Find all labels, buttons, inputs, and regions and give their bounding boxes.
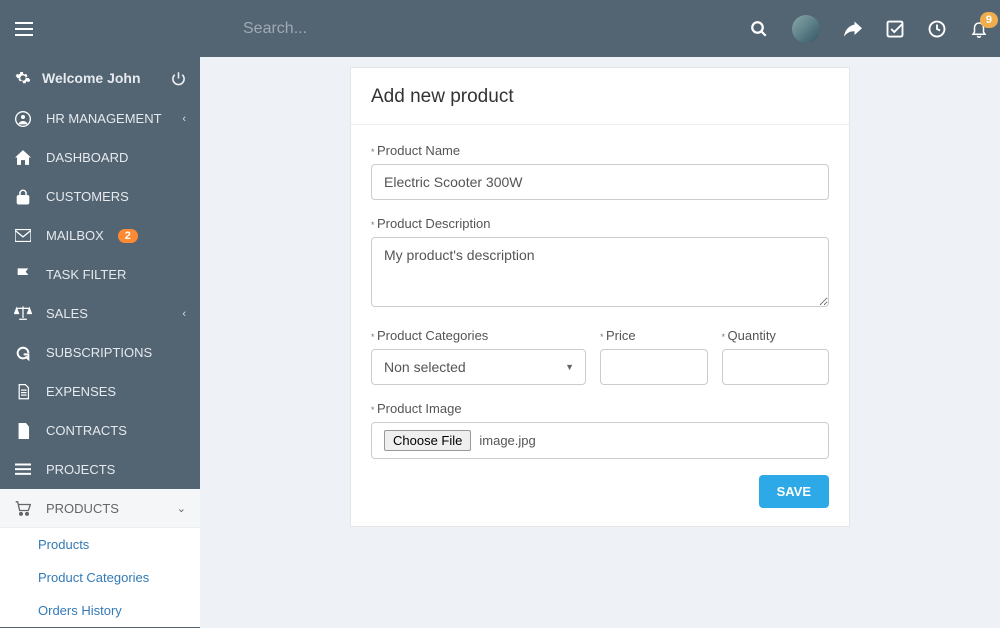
sidebar-item-products[interactable]: PRODUCTS ⌄ [0, 489, 200, 528]
sidebar-item-contracts[interactable]: CONTRACTS [0, 411, 200, 450]
sidebar-products-section: PRODUCTS ⌄ Products Product Categories O… [0, 489, 200, 627]
sidebar-item-hr[interactable]: HR MANAGEMENT ‹ [0, 99, 200, 138]
product-image-label: Product Image [371, 401, 829, 416]
product-cat-select[interactable] [371, 349, 586, 385]
main-content: Add new product Product Name Product Des… [200, 57, 1000, 628]
share-icon[interactable] [844, 21, 862, 37]
file-icon [14, 423, 32, 439]
sidebar-item-label: PROJECTS [46, 462, 115, 477]
chosen-file-name: image.jpg [479, 433, 535, 448]
cart-icon [14, 501, 32, 516]
cog-icon [14, 70, 32, 86]
sidebar-item-subscriptions[interactable]: SUBSCRIPTIONS [0, 333, 200, 372]
sidebar-item-taskfilter[interactable]: TASK FILTER [0, 255, 200, 294]
sidebar-item-label: MAILBOX [46, 228, 104, 243]
topbar: 9 [0, 0, 1000, 57]
product-desc-textarea[interactable]: My product's description [371, 237, 829, 307]
search-icon[interactable] [750, 20, 768, 38]
product-desc-label: Product Description [371, 216, 829, 231]
choose-file-button[interactable]: Choose File [384, 430, 471, 451]
home-icon [14, 150, 32, 165]
power-icon[interactable] [171, 71, 186, 86]
welcome-row: Welcome John [0, 57, 200, 99]
sidebar-item-expenses[interactable]: EXPENSES [0, 372, 200, 411]
form-title: Add new product [351, 68, 849, 125]
scales-icon [14, 306, 32, 321]
sidebar-item-customers[interactable]: CUSTOMERS [0, 177, 200, 216]
sidebar-item-label: CONTRACTS [46, 423, 127, 438]
sidebar-item-label: CUSTOMERS [46, 189, 129, 204]
product-price-input[interactable] [600, 349, 708, 385]
sidebar-item-dashboard[interactable]: DASHBOARD [0, 138, 200, 177]
hamburger-menu-icon[interactable] [12, 22, 36, 36]
mailbox-badge: 2 [118, 229, 138, 243]
sidebar-item-mailbox[interactable]: MAILBOX 2 [0, 216, 200, 255]
welcome-text: Welcome John [42, 70, 141, 86]
sidebar-item-label: TASK FILTER [46, 267, 126, 282]
sidebar-item-sales[interactable]: SALES ‹ [0, 294, 200, 333]
chevron-left-icon: ‹ [182, 113, 186, 125]
chevron-left-icon: ‹ [182, 308, 186, 320]
bell-badge: 9 [980, 12, 998, 28]
product-qty-input[interactable] [722, 349, 830, 385]
list-icon [14, 463, 32, 476]
lock-icon [14, 189, 32, 205]
sidebar-sub-categories[interactable]: Product Categories [0, 561, 200, 594]
product-image-file-wrap: Choose File image.jpg [371, 422, 829, 459]
save-button[interactable]: SAVE [759, 475, 829, 508]
document-icon [14, 384, 32, 400]
mail-icon [14, 229, 32, 242]
search-input[interactable] [243, 20, 543, 38]
sidebar-item-label: SALES [46, 306, 88, 321]
user-circle-icon [14, 111, 32, 127]
product-cat-label: Product Categories [371, 328, 586, 343]
sidebar-item-label: PRODUCTS [46, 501, 119, 516]
product-form-card: Add new product Product Name Product Des… [350, 67, 850, 527]
product-name-input[interactable] [371, 164, 829, 200]
sidebar-item-label: HR MANAGEMENT [46, 111, 162, 126]
sidebar-sub-products[interactable]: Products [0, 528, 200, 561]
user-avatar[interactable] [792, 15, 820, 43]
checkbox-icon[interactable] [886, 20, 904, 38]
sidebar-item-projects[interactable]: PROJECTS [0, 450, 200, 489]
product-qty-label: Quantity [722, 328, 830, 343]
clock-icon[interactable] [928, 20, 946, 38]
product-price-label: Price [600, 328, 708, 343]
product-name-label: Product Name [371, 143, 829, 158]
chevron-down-icon: ⌄ [177, 502, 186, 515]
sidebar-item-label: SUBSCRIPTIONS [46, 345, 152, 360]
bell-icon[interactable]: 9 [970, 20, 988, 38]
search-wrap [36, 20, 750, 38]
flag-icon [14, 267, 32, 283]
sidebar-sub-orders[interactable]: Orders History [0, 594, 200, 627]
sidebar: Welcome John HR MANAGEMENT ‹ DASHBOARD C… [0, 57, 200, 628]
sidebar-item-label: EXPENSES [46, 384, 116, 399]
sidebar-item-label: DASHBOARD [46, 150, 128, 165]
top-actions: 9 [750, 15, 988, 43]
refresh-icon [14, 345, 32, 361]
